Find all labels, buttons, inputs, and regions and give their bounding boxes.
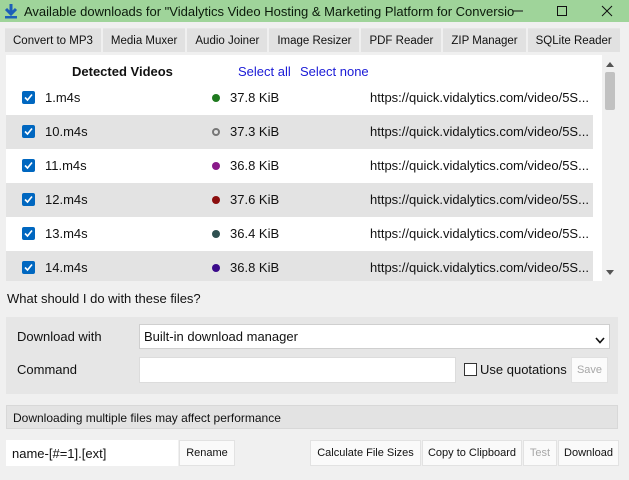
file-url: https://quick.vidalytics.com/video/5S... bbox=[370, 90, 589, 105]
column-header-detected-videos: Detected Videos bbox=[72, 64, 173, 79]
download-with-label: Download with bbox=[17, 329, 102, 344]
close-button[interactable] bbox=[585, 0, 629, 22]
window-title: Available downloads for "Vidalytics Vide… bbox=[24, 3, 514, 19]
rename-button[interactable]: Rename bbox=[179, 440, 235, 466]
scroll-down-icon[interactable] bbox=[602, 265, 618, 279]
detected-videos-list: Detected Videos Select all Select none 1… bbox=[6, 55, 618, 281]
file-name: 10.m4s bbox=[45, 124, 88, 139]
row-checkbox[interactable] bbox=[22, 193, 35, 206]
file-url: https://quick.vidalytics.com/video/5S... bbox=[370, 192, 589, 207]
file-name: 12.m4s bbox=[45, 192, 88, 207]
list-item: 10.m4s 37.3 KiB https://quick.vidalytics… bbox=[6, 115, 593, 149]
save-button[interactable]: Save bbox=[571, 357, 608, 383]
maximize-icon bbox=[557, 6, 567, 16]
close-icon bbox=[601, 5, 613, 17]
row-checkbox[interactable] bbox=[22, 159, 35, 172]
title-bar: Available downloads for "Vidalytics Vide… bbox=[0, 0, 629, 22]
tab-zip-manager[interactable]: ZIP Manager bbox=[443, 28, 526, 52]
copy-to-clipboard-button[interactable]: Copy to Clipboard bbox=[422, 440, 522, 466]
file-url: https://quick.vidalytics.com/video/5S... bbox=[370, 226, 589, 241]
select-all-link[interactable]: Select all bbox=[238, 64, 291, 79]
checkmark-icon bbox=[24, 161, 33, 170]
color-dot-icon bbox=[212, 162, 220, 170]
command-label: Command bbox=[17, 362, 77, 377]
checkbox-box[interactable] bbox=[464, 363, 477, 376]
list-scrollbar[interactable] bbox=[602, 55, 618, 281]
tab-audio-joiner[interactable]: Audio Joiner bbox=[187, 28, 268, 52]
download-button[interactable]: Download bbox=[558, 440, 619, 466]
calculate-file-sizes-button[interactable]: Calculate File Sizes bbox=[310, 440, 421, 466]
performance-notice: Downloading multiple files may affect pe… bbox=[6, 405, 618, 429]
download-options-panel: Download with Built-in download manager … bbox=[6, 317, 618, 394]
file-size: 37.6 KiB bbox=[230, 192, 280, 207]
list-item: 14.m4s 36.8 KiB https://quick.vidalytics… bbox=[6, 251, 593, 281]
checkmark-icon bbox=[24, 127, 33, 136]
file-name: 11.m4s bbox=[45, 158, 87, 173]
tab-image-resizer[interactable]: Image Resizer bbox=[269, 28, 360, 52]
tab-convert-to-mp3[interactable]: Convert to MP3 bbox=[5, 28, 101, 52]
row-checkbox[interactable] bbox=[22, 227, 35, 240]
color-dot-icon bbox=[212, 230, 220, 238]
file-url: https://quick.vidalytics.com/video/5S... bbox=[370, 260, 589, 275]
tab-media-muxer[interactable]: Media Muxer bbox=[102, 28, 186, 52]
list-item: 1.m4s 37.8 KiB https://quick.vidalytics.… bbox=[6, 81, 593, 115]
file-size: 37.8 KiB bbox=[230, 90, 280, 105]
file-url: https://quick.vidalytics.com/video/5S... bbox=[370, 124, 589, 139]
scrollbar-thumb[interactable] bbox=[605, 72, 615, 110]
file-url: https://quick.vidalytics.com/video/5S... bbox=[370, 158, 589, 173]
file-name: 13.m4s bbox=[45, 226, 88, 241]
file-size: 36.8 KiB bbox=[230, 158, 280, 173]
download-arrow-icon bbox=[3, 3, 19, 19]
download-with-value: Built-in download manager bbox=[144, 329, 298, 344]
action-question: What should I do with these files? bbox=[7, 291, 201, 306]
select-none-link[interactable]: Select none bbox=[300, 64, 369, 79]
color-dot-icon bbox=[212, 94, 220, 102]
list-item: 13.m4s 36.4 KiB https://quick.vidalytics… bbox=[6, 217, 593, 251]
color-dot-icon bbox=[212, 196, 220, 204]
chevron-down-icon bbox=[595, 332, 605, 347]
command-input[interactable] bbox=[139, 357, 456, 383]
use-quotations-label: Use quotations bbox=[480, 362, 567, 377]
download-with-select[interactable]: Built-in download manager bbox=[139, 324, 610, 349]
scroll-up-icon[interactable] bbox=[602, 57, 618, 71]
row-checkbox[interactable] bbox=[22, 261, 35, 274]
minimize-button[interactable] bbox=[496, 0, 540, 22]
color-dot-icon bbox=[212, 128, 220, 136]
maximize-button[interactable] bbox=[540, 0, 584, 22]
row-checkbox[interactable] bbox=[22, 125, 35, 138]
file-name: 14.m4s bbox=[45, 260, 88, 275]
list-item: 11.m4s 36.8 KiB https://quick.vidalytics… bbox=[6, 149, 593, 183]
file-name: 1.m4s bbox=[45, 90, 81, 105]
checkmark-icon bbox=[24, 263, 33, 272]
tool-tabs: Convert to MP3 Media Muxer Audio Joiner … bbox=[0, 28, 622, 52]
checkmark-icon bbox=[24, 93, 33, 102]
file-size: 37.3 KiB bbox=[230, 124, 280, 139]
list-item: 12.m4s 37.6 KiB https://quick.vidalytics… bbox=[6, 183, 593, 217]
minimize-icon bbox=[513, 10, 523, 12]
filename-pattern-input[interactable]: name-[#=1].[ext] bbox=[6, 440, 178, 466]
use-quotations-checkbox[interactable]: Use quotations bbox=[464, 362, 567, 377]
row-checkbox[interactable] bbox=[22, 91, 35, 104]
tab-pdf-reader[interactable]: PDF Reader bbox=[361, 28, 442, 52]
file-size: 36.8 KiB bbox=[230, 260, 280, 275]
color-dot-icon bbox=[212, 264, 220, 272]
tab-sqlite-reader[interactable]: SQLite Reader bbox=[527, 28, 620, 52]
checkmark-icon bbox=[24, 195, 33, 204]
checkmark-icon bbox=[24, 229, 33, 238]
file-size: 36.4 KiB bbox=[230, 226, 280, 241]
test-button[interactable]: Test bbox=[523, 440, 557, 466]
